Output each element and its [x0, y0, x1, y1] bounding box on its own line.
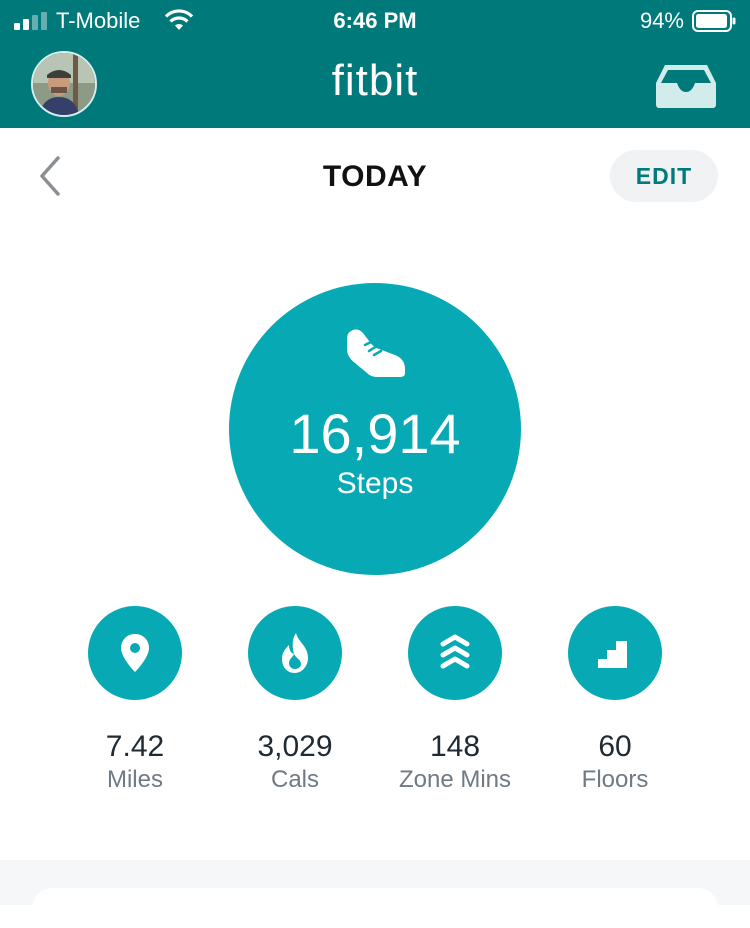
chevrons-up-icon	[440, 634, 470, 669]
stat-calories[interactable]: 3,029 Cals	[215, 606, 375, 794]
shoe-icon	[347, 329, 405, 377]
stat-miles[interactable]: 7.42 Miles	[55, 606, 215, 794]
dashboard-card[interactable]	[32, 888, 718, 928]
stat-floors[interactable]: 60 Floors	[535, 606, 695, 794]
inbox-icon[interactable]	[655, 63, 717, 109]
stat-label: Floors	[581, 766, 649, 793]
day-navigation: TODAY EDIT	[0, 128, 750, 228]
app-header: T-Mobile 6:46 PM 94% fitbit	[0, 0, 750, 128]
stat-value: 3,029	[257, 730, 333, 763]
status-bar: T-Mobile 6:46 PM 94%	[0, 0, 750, 42]
stat-icon-circle	[568, 606, 662, 700]
stairs-icon	[598, 641, 627, 668]
flame-icon	[282, 633, 308, 673]
app-title: fitbit	[331, 56, 419, 105]
stat-icon-circle	[408, 606, 502, 700]
location-pin-icon	[121, 634, 149, 672]
stat-icon-circle	[88, 606, 182, 700]
stat-label: Cals	[270, 766, 319, 793]
stat-value: 148	[429, 730, 481, 763]
clock: 6:46 PM	[333, 8, 417, 33]
steps-count: 16,914	[289, 402, 461, 465]
steps-label: Steps	[336, 467, 414, 500]
stat-icon-circle	[248, 606, 342, 700]
edit-button[interactable]: EDIT	[610, 150, 718, 202]
stat-label: Zone Mins	[398, 766, 512, 793]
stat-zone-minutes[interactable]: 148 Zone Mins	[375, 606, 535, 794]
stat-value: 60	[598, 730, 632, 763]
stat-value: 7.42	[105, 730, 165, 763]
battery-icon	[692, 10, 736, 32]
steps-tile[interactable]: 16,914 Steps	[229, 283, 521, 575]
stat-label: Miles	[106, 766, 163, 793]
battery-percentage: 94%	[639, 8, 684, 33]
